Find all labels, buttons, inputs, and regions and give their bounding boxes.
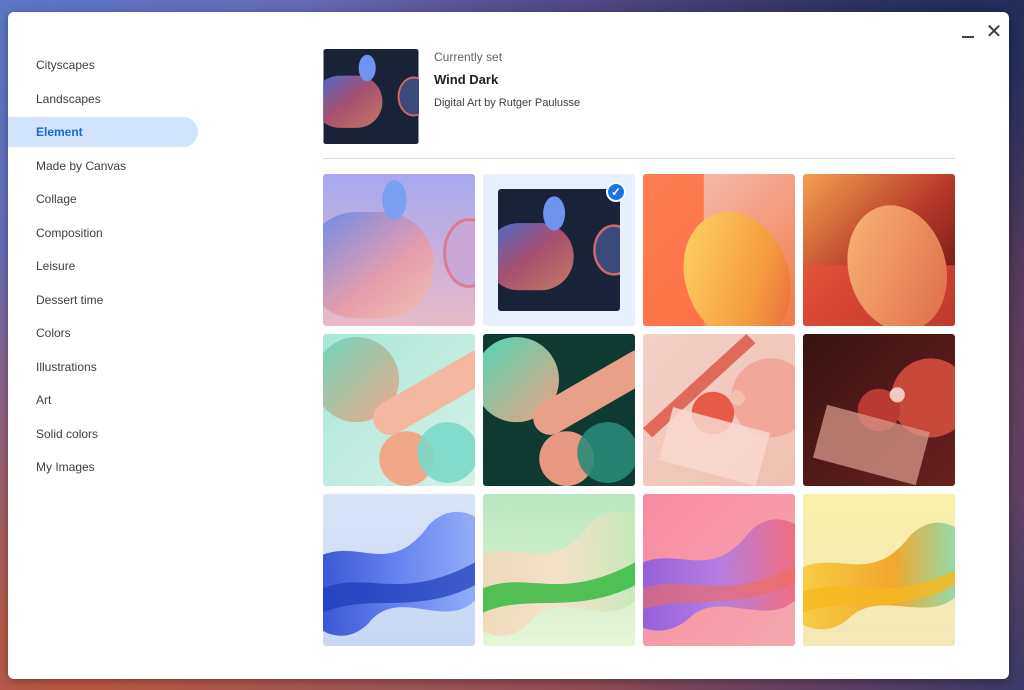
close-button[interactable]: ✕ (984, 22, 1004, 42)
sidebar-item-element[interactable]: Element (8, 117, 198, 147)
currently-set-label: Currently set (434, 50, 503, 64)
current-wallpaper-thumbnail (323, 49, 419, 144)
check-circle-icon: ✓ (606, 182, 626, 202)
sidebar-item-cityscapes[interactable]: Cityscapes (8, 50, 198, 80)
wallpaper-tile[interactable] (803, 174, 955, 326)
minimize-button[interactable] (958, 22, 978, 42)
sidebar-item-leisure[interactable]: Leisure (8, 251, 198, 281)
sidebar-item-landscapes[interactable]: Landscapes (8, 84, 198, 114)
wallpaper-tile[interactable] (803, 494, 955, 646)
divider (323, 158, 956, 159)
wallpaper-tile[interactable] (323, 334, 475, 486)
wallpaper-tile[interactable] (643, 494, 795, 646)
wallpaper-tile[interactable] (323, 174, 475, 326)
close-icon: ✕ (985, 21, 1003, 43)
sidebar-item-art[interactable]: Art (8, 385, 198, 415)
category-sidebar: Cityscapes Landscapes Element Made by Ca… (8, 50, 198, 486)
current-wallpaper-credit: Digital Art by Rutger Paulusse (434, 97, 581, 109)
wallpaper-thumbnail (498, 189, 620, 311)
wallpaper-grid: ✓ (323, 174, 955, 646)
sidebar-item-collage[interactable]: Collage (8, 184, 198, 214)
wallpaper-tile[interactable] (643, 174, 795, 326)
sidebar-item-my-images[interactable]: My Images (8, 452, 198, 482)
sidebar-item-made-by-canvas[interactable]: Made by Canvas (8, 151, 198, 181)
current-wallpaper-title: Wind Dark (434, 72, 499, 87)
wallpaper-tile[interactable] (483, 494, 635, 646)
wallpaper-picker-window: ✕ Cityscapes Landscapes Element Made by … (8, 12, 1009, 679)
minimize-icon (962, 36, 974, 38)
wallpaper-tile[interactable] (643, 334, 795, 486)
sidebar-item-illustrations[interactable]: Illustrations (8, 352, 198, 382)
sidebar-item-solid-colors[interactable]: Solid colors (8, 419, 198, 449)
wallpaper-tile-selected[interactable]: ✓ (483, 174, 635, 326)
wallpaper-tile[interactable] (803, 334, 955, 486)
sidebar-item-colors[interactable]: Colors (8, 318, 198, 348)
sidebar-item-composition[interactable]: Composition (8, 218, 198, 248)
wallpaper-tile[interactable] (323, 494, 475, 646)
wallpaper-tile[interactable] (483, 334, 635, 486)
sidebar-item-dessert-time[interactable]: Dessert time (8, 285, 198, 315)
